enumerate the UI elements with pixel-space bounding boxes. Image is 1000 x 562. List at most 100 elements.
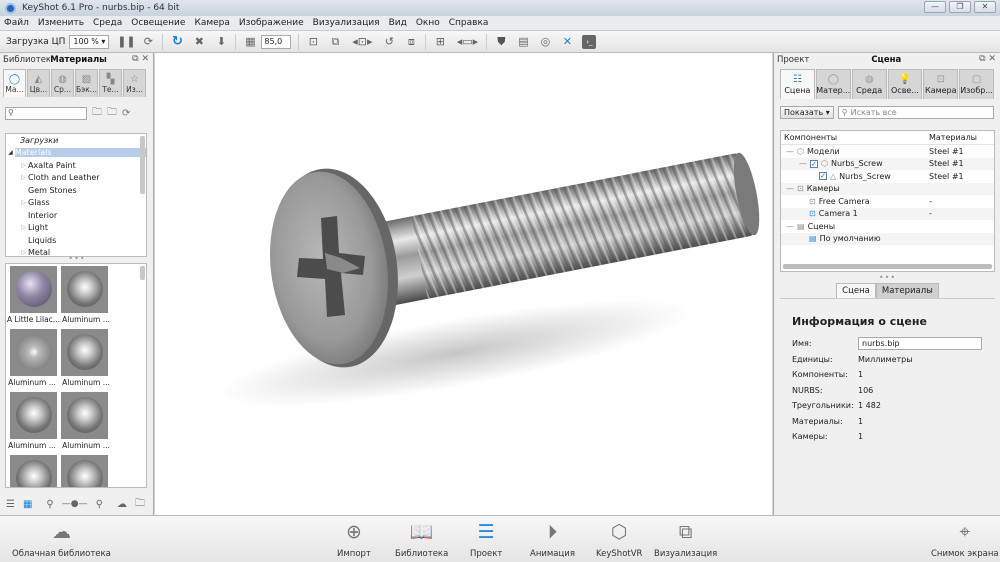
- screenshot-add-icon[interactable]: ⊡: [306, 35, 320, 49]
- redo-icon[interactable]: ↻: [170, 34, 184, 49]
- expand-arrow-icon[interactable]: ▷: [19, 199, 28, 206]
- menu-camera[interactable]: Камера: [194, 18, 229, 28]
- menu-view[interactable]: Вид: [389, 18, 407, 28]
- tab-backplates[interactable]: ▨ Бэк...: [75, 69, 98, 97]
- folder-add-icon[interactable]: 🗀: [92, 105, 102, 122]
- expand-arrow-icon[interactable]: ▷: [19, 162, 28, 169]
- tree-scrollbar[interactable]: [140, 136, 145, 194]
- expanded-arrow-icon[interactable]: ◢: [6, 149, 15, 156]
- material-thumbnail[interactable]: Aluminum ...: [7, 392, 57, 450]
- scene-tree-row[interactable]: — ✓ ⬡ Nurbs_Screw Steel #1: [781, 157, 994, 170]
- scene-tree-row[interactable]: — ⬡ Модели Steel #1: [781, 145, 994, 158]
- tab-environments[interactable]: ◍ Ср...: [51, 69, 74, 97]
- drop-icon[interactable]: ⬇: [214, 35, 228, 49]
- undock-icon[interactable]: ⧉: [132, 54, 138, 64]
- close-button[interactable]: ✕: [974, 1, 996, 13]
- layout-icon[interactable]: ▤: [516, 35, 530, 49]
- tree-item[interactable]: Загрузки: [6, 134, 146, 147]
- folder-add-icon[interactable]: 🗀: [135, 496, 145, 513]
- render-viewport[interactable]: [155, 53, 772, 515]
- environment-add-icon[interactable]: ⊞: [433, 35, 447, 49]
- tab-textures[interactable]: ▚ Те...: [99, 69, 122, 97]
- collapse-icon[interactable]: —: [786, 147, 794, 156]
- material-thumbnail[interactable]: [7, 455, 57, 487]
- expand-arrow-icon[interactable]: ▷: [19, 224, 28, 231]
- subtab-scene[interactable]: Сцена: [836, 283, 876, 298]
- minimize-button[interactable]: —: [924, 1, 946, 13]
- tab-scene[interactable]: ☷ Сцена: [780, 69, 815, 99]
- splitter-handle[interactable]: •••: [0, 254, 154, 263]
- tree-item[interactable]: ▷ Light: [6, 222, 146, 235]
- scene-tree-row[interactable]: — ⊡ Камеры: [781, 182, 994, 195]
- camera-add-icon[interactable]: ⧉: [328, 35, 342, 49]
- folder-import-icon[interactable]: 🗀: [107, 105, 117, 122]
- library-search-input[interactable]: ⚲: [5, 107, 87, 120]
- undock-icon[interactable]: ⧉: [979, 54, 985, 64]
- zoom-out-icon[interactable]: ⚲: [46, 499, 53, 510]
- tab-favorites[interactable]: ☆ Из...: [123, 69, 146, 97]
- material-thumbnail[interactable]: Aluminum ...: [61, 329, 111, 387]
- scene-search-input[interactable]: ⚲ Искать все: [837, 106, 994, 119]
- tree-item[interactable]: Interior: [6, 209, 146, 222]
- animation-button[interactable]: ⏵ Анимация: [530, 520, 575, 559]
- scene-tree-row[interactable]: ✓ △ Nurbs_Screw Steel #1: [781, 170, 994, 183]
- tree-item[interactable]: ▷ Glass: [6, 197, 146, 210]
- visibility-checkbox[interactable]: ✓: [819, 172, 827, 181]
- tab-materials[interactable]: ◯ Матер...: [815, 69, 851, 99]
- visibility-checkbox[interactable]: ✓: [810, 159, 818, 168]
- restore-button[interactable]: ❐: [949, 1, 971, 13]
- subtab-materials[interactable]: Материалы: [875, 283, 939, 298]
- geometry-icon[interactable]: ◎: [538, 35, 552, 49]
- thumbnails-scrollbar[interactable]: [140, 266, 145, 280]
- scene-name-input[interactable]: nurbs.bip: [858, 337, 982, 351]
- show-dropdown[interactable]: Показать ▾: [780, 106, 834, 119]
- keyshotvr-button[interactable]: ⬡ KeyShotVR: [596, 520, 642, 559]
- splitter-handle[interactable]: •••: [774, 273, 1000, 282]
- menu-help[interactable]: Справка: [449, 18, 489, 28]
- menu-file[interactable]: Файл: [4, 18, 29, 28]
- thumbnail-size-slider[interactable]: —●—: [62, 499, 88, 509]
- material-thumbnail[interactable]: Aluminum ...: [61, 392, 111, 450]
- menu-image[interactable]: Изображение: [239, 18, 304, 28]
- tree-item-selected[interactable]: ◢ Materials: [6, 147, 146, 160]
- menu-window[interactable]: Окно: [416, 18, 440, 28]
- pause-icon[interactable]: ❚❚: [117, 35, 135, 49]
- tree-item[interactable]: ▷ Axalta Paint: [6, 159, 146, 172]
- console-icon[interactable]: ›_: [582, 34, 597, 49]
- column-header-materials[interactable]: Материалы: [926, 133, 991, 142]
- material-thumbnail[interactable]: Aluminum ...: [61, 266, 111, 324]
- network-icon[interactable]: ✕: [560, 35, 574, 49]
- camera-switch-icon[interactable]: ◂⊡▸: [350, 35, 374, 49]
- project-button[interactable]: ☰ Проект: [470, 520, 502, 559]
- tab-lighting[interactable]: 💡 Осве...: [887, 69, 923, 99]
- list-view-icon[interactable]: ☰: [6, 499, 15, 510]
- collapse-icon[interactable]: —: [786, 222, 794, 231]
- tab-camera[interactable]: ⊡ Камера: [923, 69, 959, 99]
- tab-materials[interactable]: ◯ Ма...: [3, 69, 26, 97]
- lock-icon[interactable]: ⧈: [404, 35, 418, 49]
- shield-icon[interactable]: ⛊: [494, 35, 508, 49]
- rotate-icon[interactable]: ↺: [382, 35, 396, 49]
- scene-tree-row[interactable]: ⊡ Camera 1 -: [781, 207, 994, 220]
- scene-tree-scrollbar[interactable]: [783, 264, 992, 269]
- menu-edit[interactable]: Изменить: [38, 18, 84, 28]
- menu-lighting[interactable]: Освещение: [131, 18, 185, 28]
- fov-input[interactable]: 85,0: [261, 34, 292, 49]
- menu-render[interactable]: Визуализация: [313, 18, 380, 28]
- tab-image[interactable]: ▢ Изобр...: [959, 69, 994, 99]
- collapse-icon[interactable]: —: [786, 184, 794, 193]
- tab-colors[interactable]: ◭ Цв...: [27, 69, 50, 97]
- screenshot-button[interactable]: ⌖ Снимок экрана: [931, 520, 999, 559]
- cpu-usage-select[interactable]: 100 % ▾: [69, 34, 110, 49]
- refresh-icon[interactable]: ⟳: [141, 35, 155, 49]
- collapse-icon[interactable]: —: [799, 159, 807, 168]
- expand-arrow-icon[interactable]: ▷: [19, 174, 28, 181]
- fit-icon[interactable]: ✖: [192, 35, 206, 49]
- grid-icon[interactable]: ▦: [243, 35, 257, 49]
- scene-tree-row[interactable]: — ▤ Сцены: [781, 220, 994, 233]
- refresh-library-icon[interactable]: ⟳: [122, 108, 130, 119]
- tab-environment[interactable]: ◍ Среда: [851, 69, 887, 99]
- render-button[interactable]: ⧉ Визуализация: [654, 520, 717, 559]
- material-thumbnail[interactable]: Aluminum ...: [7, 329, 57, 387]
- tree-item[interactable]: Gem Stones: [6, 184, 146, 197]
